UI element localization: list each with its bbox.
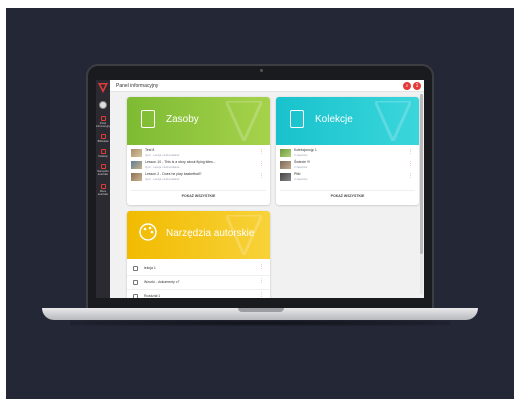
- item-title: Pliki: [294, 172, 301, 176]
- sidebar-item-label: Panel informacyjny: [96, 122, 111, 128]
- sidebar-item-author-menu[interactable]: Menu autorskie: [96, 184, 110, 196]
- document-icon: [133, 266, 138, 271]
- list-item[interactable]: Test 8 Quiz · Lekcja multimedialna ⋮: [127, 147, 270, 159]
- thumbnail: [131, 161, 142, 169]
- document-icon: [133, 294, 138, 298]
- show-all-button[interactable]: POKAŻ WSZYSTKIE: [276, 194, 419, 198]
- document-icon: [133, 280, 138, 285]
- menu-icon: [100, 184, 106, 189]
- item-subtitle: Quiz · Lekcja multimedialna: [145, 165, 180, 169]
- thumbnail: [131, 173, 142, 181]
- more-options-icon[interactable]: ⋮: [259, 174, 264, 179]
- list-item[interactable]: Świecie !!! 3 zasobów ⋮: [276, 159, 419, 171]
- laptop-lid: Panel informacyjny Biblioteka Kolekcje N…: [86, 64, 434, 310]
- item-title: lekcja 1: [144, 266, 156, 270]
- sidebar-item-label: Menu autorskie: [97, 190, 109, 196]
- collections-banner[interactable]: Kolekcje: [276, 97, 419, 145]
- list-item[interactable]: Lesson 2 - Does he play basketball? Quiz…: [127, 171, 270, 183]
- item-subtitle: 0 zasobów: [294, 153, 308, 157]
- user-badge[interactable]: 1: [413, 82, 421, 90]
- item-subtitle: Quiz · Lekcja multimedialna: [145, 153, 180, 157]
- sidebar-item-tools[interactable]: Narzędzia autorskie: [96, 164, 110, 176]
- home-icon: [100, 116, 106, 121]
- topbar: Panel informacyjny ⌕ 1: [110, 80, 424, 92]
- collection-icon: [290, 110, 304, 128]
- thumbnail: [131, 149, 142, 157]
- item-title: Test 8: [145, 148, 155, 152]
- tools-icon: [100, 164, 106, 169]
- list-item[interactable]: lekcja 1 ⋮: [127, 262, 270, 276]
- page-title: Panel informacyjny: [116, 83, 159, 89]
- thumbnail: [280, 173, 291, 181]
- divider: [280, 190, 415, 191]
- watermark-icon: [375, 101, 411, 141]
- show-all-button[interactable]: POKAŻ WSZYSTKIE: [127, 194, 270, 198]
- watermark-icon: [226, 101, 262, 141]
- thumbnail: [280, 149, 291, 157]
- resources-banner[interactable]: Zasoby: [127, 97, 270, 145]
- list-item[interactable]: Wzorki - dokumenty v7 ⋮: [127, 276, 270, 290]
- search-icon[interactable]: ⌕: [403, 82, 411, 90]
- item-title: Lesson 2 - Does he play basketball?: [145, 172, 202, 176]
- more-options-icon[interactable]: ⋮: [259, 150, 264, 155]
- item-title: Kolekcjonuję 1: [294, 148, 317, 152]
- laptop-shadow: [70, 320, 450, 326]
- more-options-icon[interactable]: ⋮: [259, 279, 264, 284]
- more-options-icon[interactable]: ⋮: [408, 150, 413, 155]
- more-options-icon[interactable]: ⋮: [408, 174, 413, 179]
- logo-icon[interactable]: [98, 83, 108, 93]
- card-resources: Zasoby Test 8 Quiz · Lekcja multimedialn…: [127, 97, 270, 205]
- watermark-icon: [226, 215, 262, 255]
- sidebar-item-library[interactable]: Biblioteka: [96, 134, 110, 143]
- item-title: Lesson 10 - This is a story about flying…: [145, 160, 216, 164]
- camera: [260, 69, 263, 72]
- card-title: Kolekcje: [315, 114, 353, 125]
- thumbnail: [280, 161, 291, 169]
- scrollbar[interactable]: [420, 94, 423, 294]
- palette-icon: [139, 223, 157, 241]
- item-subtitle: 3 zasobów: [294, 165, 308, 169]
- library-icon: [100, 134, 106, 139]
- more-options-icon[interactable]: ⋮: [259, 293, 264, 298]
- item-subtitle: Quiz · Lekcja multimedialna: [145, 177, 180, 181]
- laptop-notch: [238, 308, 284, 312]
- list-item[interactable]: Kolekcjonuję 1 0 zasobów ⋮: [276, 147, 419, 159]
- sidebar-item-label: Kolekcje: [98, 155, 108, 158]
- collection-icon: [100, 149, 106, 154]
- item-title: Rozdział 1: [144, 294, 161, 298]
- scrollbar-thumb[interactable]: [420, 94, 423, 254]
- card-author-tools: Narzędzia autorskie lekcja 1 ⋮ Wzorki - …: [127, 211, 270, 298]
- sidebar-item-label: Narzędzia autorskie: [97, 170, 109, 176]
- card-title: Zasoby: [166, 114, 199, 125]
- item-title: Wzorki - dokumenty v7: [144, 280, 180, 284]
- book-icon: [141, 110, 155, 128]
- card-collections: Kolekcje Kolekcjonuję 1 0 zasobów ⋮ Świe…: [276, 97, 419, 205]
- author-tools-banner[interactable]: Narzędzia autorskie: [127, 211, 270, 259]
- avatar[interactable]: [99, 101, 107, 109]
- sidebar-item-collections[interactable]: Kolekcje: [96, 149, 110, 158]
- item-subtitle: 4 zasobów: [294, 177, 308, 181]
- list-item[interactable]: Lesson 10 - This is a story about flying…: [127, 159, 270, 171]
- sidebar-item-label: Biblioteka: [97, 140, 109, 143]
- list-item[interactable]: Pliki 4 zasobów ⋮: [276, 171, 419, 183]
- more-options-icon[interactable]: ⋮: [259, 162, 264, 167]
- sidebar: Panel informacyjny Biblioteka Kolekcje N…: [96, 80, 110, 298]
- sidebar-item-dashboard[interactable]: Panel informacyjny: [96, 116, 110, 128]
- laptop-screen: Panel informacyjny Biblioteka Kolekcje N…: [96, 80, 424, 298]
- list-item[interactable]: Rozdział 1 ⋮: [127, 290, 270, 298]
- more-options-icon[interactable]: ⋮: [259, 265, 264, 270]
- divider: [131, 190, 266, 191]
- more-options-icon[interactable]: ⋮: [408, 162, 413, 167]
- laptop-base: [42, 308, 478, 320]
- item-title: Świecie !!!: [294, 160, 310, 164]
